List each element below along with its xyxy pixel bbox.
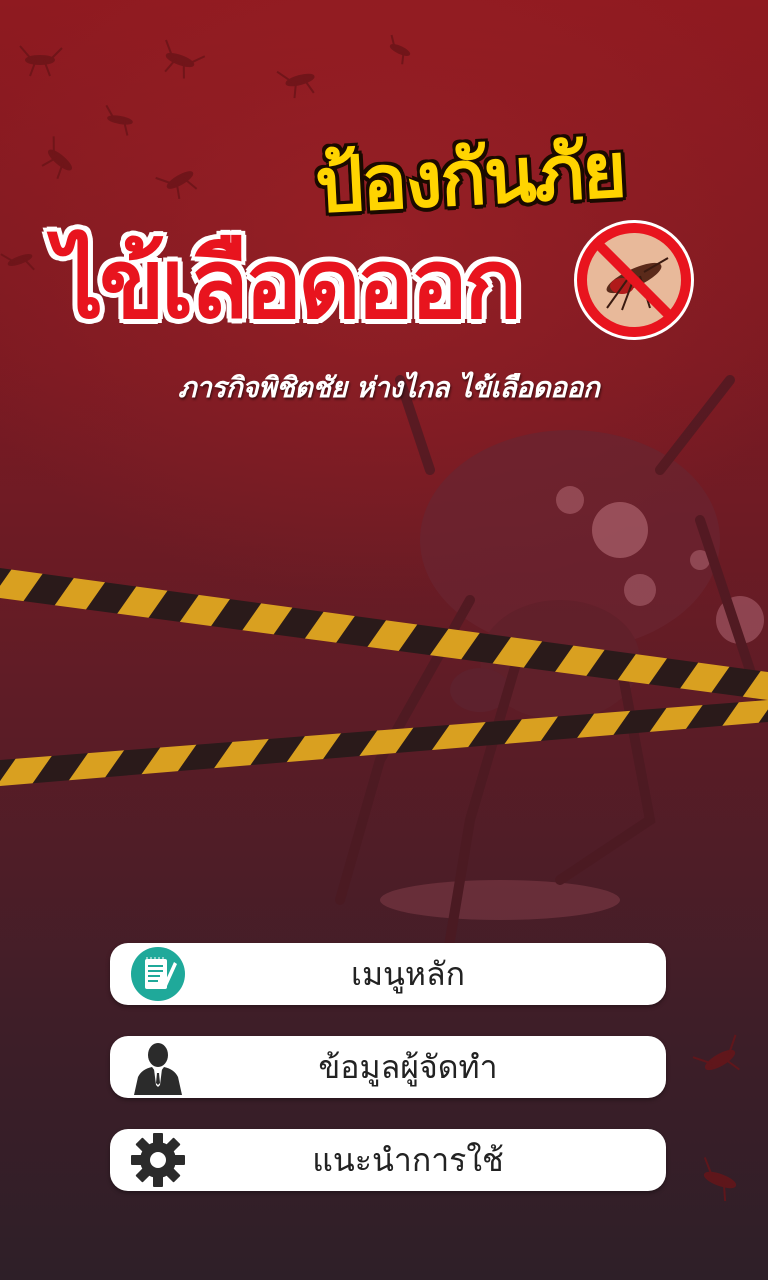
subtitle: ภารกิจพิชิตชัย ห่างไกล ไข้เลือดออก bbox=[178, 371, 600, 404]
main-menu-button[interactable]: เมนูหลัก bbox=[110, 943, 666, 1005]
main-menu-label: เมนูหลัก bbox=[351, 954, 465, 993]
notepad-icon bbox=[130, 946, 186, 1002]
person-icon bbox=[130, 1039, 186, 1095]
how-to-use-label: แนะนำการใช้ bbox=[312, 1140, 504, 1179]
about-developer-button[interactable]: ข้อมูลผู้จัดทำ bbox=[110, 1036, 666, 1098]
title-block: ป้องกันภัย ไข้เลือดออก ภารกิจพิชิตชัย ห่… bbox=[0, 0, 768, 420]
no-mosquito-icon bbox=[574, 220, 694, 340]
gear-icon bbox=[130, 1132, 186, 1188]
giant-mosquito-silhouette bbox=[335, 375, 765, 1005]
about-developer-label: ข้อมูลผู้จัดทำ bbox=[318, 1047, 498, 1086]
how-to-use-button[interactable]: แนะนำการใช้ bbox=[110, 1129, 666, 1191]
caution-tape bbox=[0, 568, 768, 786]
title-line-2: ไข้เลือดออก bbox=[55, 228, 522, 340]
